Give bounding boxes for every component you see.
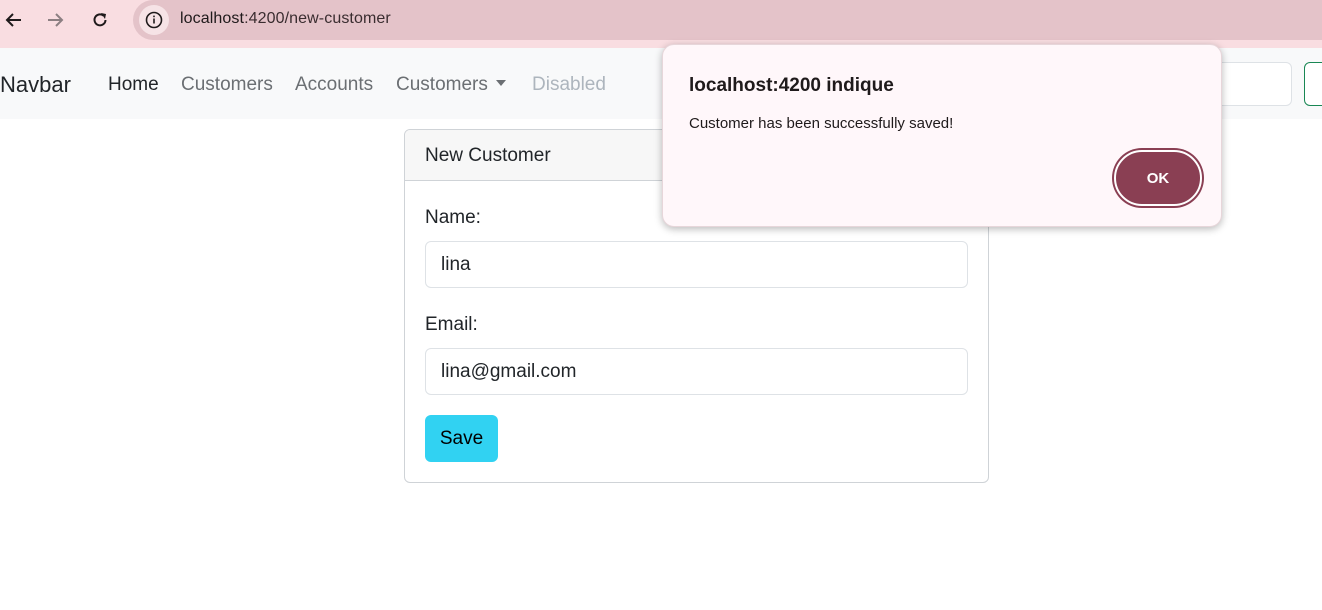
- browser-toolbar: localhost:4200/new-customer: [0, 0, 1322, 48]
- ok-button[interactable]: OK: [1114, 150, 1202, 206]
- reload-button[interactable]: [86, 6, 114, 34]
- dialog-title: localhost:4200 indique: [689, 75, 894, 96]
- nav-link-accounts[interactable]: Accounts: [295, 74, 373, 96]
- search-button[interactable]: [1304, 62, 1322, 106]
- caret-down-icon: [495, 80, 506, 86]
- back-button[interactable]: [0, 6, 28, 34]
- navbar-brand[interactable]: Navbar: [0, 72, 71, 98]
- alert-dialog: localhost:4200 indique Customer has been…: [662, 44, 1222, 227]
- nav-link-customers[interactable]: Customers: [181, 74, 273, 96]
- save-button[interactable]: Save: [425, 415, 498, 462]
- reload-icon: [93, 13, 107, 27]
- nav-dropdown-customers[interactable]: Customers: [396, 74, 506, 96]
- arrow-right-icon: [48, 13, 64, 27]
- url-host: localhost: [180, 10, 245, 27]
- info-icon: [145, 11, 163, 29]
- nav-dropdown-label: Customers: [396, 74, 488, 95]
- dialog-message: Customer has been successfully saved!: [689, 115, 954, 132]
- name-label: Name:: [425, 207, 481, 228]
- email-input[interactable]: lina@gmail.com: [425, 348, 968, 395]
- name-input[interactable]: lina: [425, 241, 968, 288]
- site-info-button[interactable]: [139, 5, 169, 35]
- arrow-left-icon: [5, 13, 21, 27]
- forward-button[interactable]: [41, 6, 69, 34]
- url-text[interactable]: localhost:4200/new-customer: [180, 10, 391, 28]
- nav-link-disabled: Disabled: [532, 74, 606, 95]
- url-path: :4200/new-customer: [244, 10, 391, 27]
- nav-link-home[interactable]: Home: [108, 74, 159, 96]
- email-label: Email:: [425, 314, 478, 335]
